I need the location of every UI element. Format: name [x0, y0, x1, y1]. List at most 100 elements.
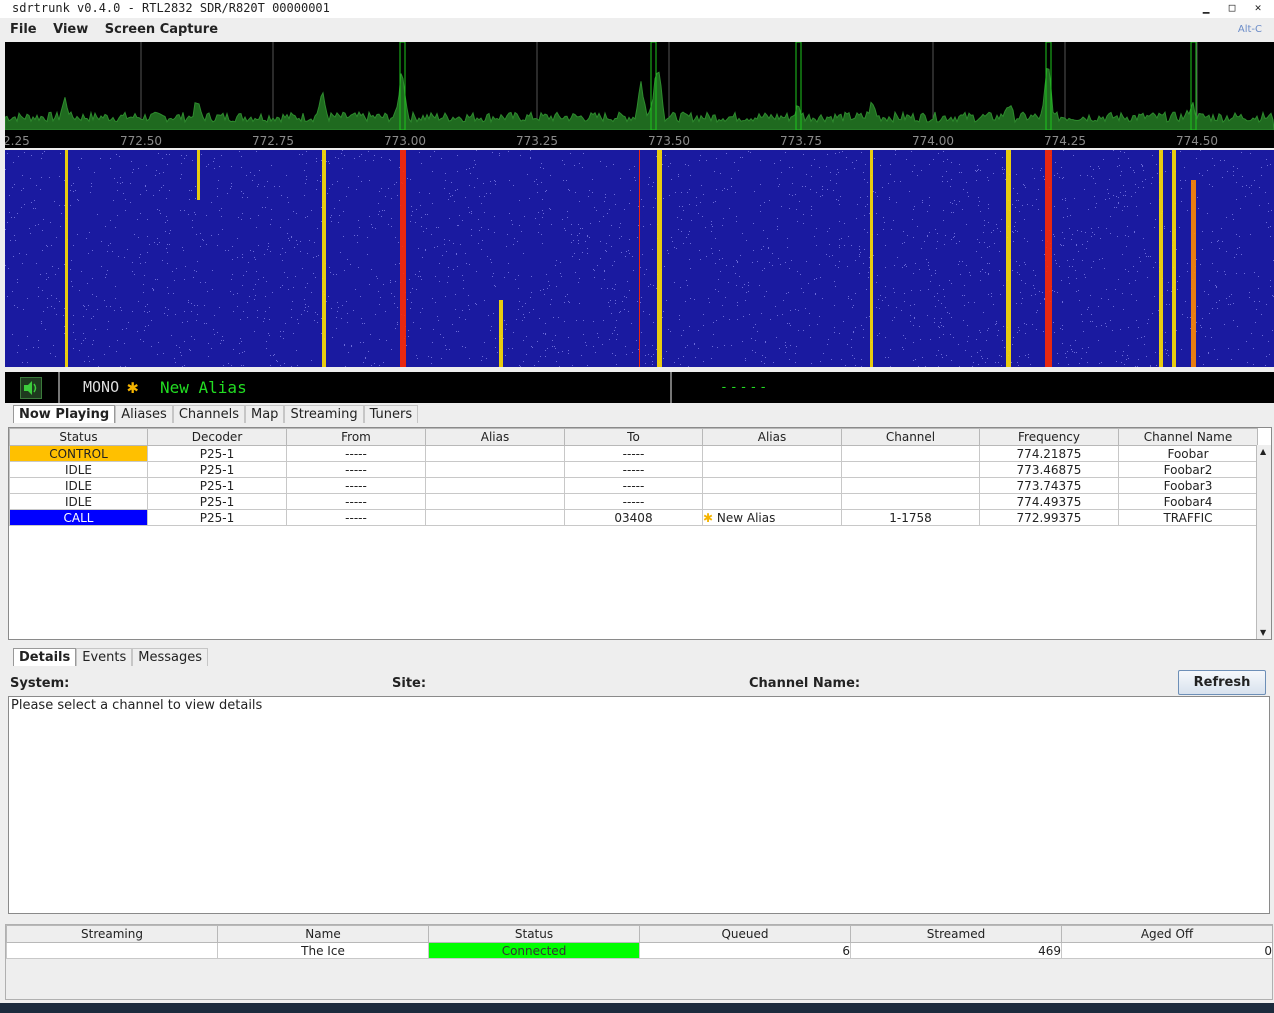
- table-row[interactable]: IDLE P25-1 ----- ----- 774.49375 Foobar4: [9, 493, 1258, 510]
- cell-status: CALL: [9, 509, 148, 526]
- column-header[interactable]: Queued: [639, 925, 851, 943]
- waterfall-signal: [1172, 150, 1176, 367]
- frequency-tick-label: 2.25: [5, 134, 30, 148]
- menu-view[interactable]: View: [53, 22, 88, 37]
- minimize-icon[interactable]: ▁: [1200, 0, 1212, 16]
- cell-from: -----: [286, 461, 426, 478]
- details-text-area[interactable]: Please select a channel to view details: [8, 696, 1270, 914]
- cell-aged-off: 0: [1061, 942, 1272, 959]
- waterfall-signal: [1159, 150, 1163, 367]
- maximize-icon[interactable]: □: [1226, 0, 1238, 16]
- cell-from-alias: [425, 493, 565, 510]
- streaming-table-panel: Streaming Name Status Queued Streamed Aged Of…: [5, 924, 1273, 1000]
- cell-channel-name: Foobar3: [1118, 477, 1258, 494]
- table-row[interactable]: The Ice Connected 6 469 0: [6, 942, 1272, 959]
- cell-to: 03408: [564, 509, 703, 526]
- star-icon: ✱: [703, 510, 717, 525]
- frequency-tick-label: 772.50: [120, 134, 162, 148]
- table-row[interactable]: IDLE P25-1 ----- ----- 773.46875 Foobar2: [9, 461, 1258, 478]
- audio-panel: MONO ✱ New Alias -----: [5, 372, 1274, 403]
- tab-now-playing[interactable]: Now Playing: [13, 405, 116, 423]
- tab-channels[interactable]: Channels: [172, 405, 245, 423]
- waterfall-signal: [322, 150, 326, 367]
- column-header[interactable]: Status: [428, 925, 640, 943]
- speaker-icon[interactable]: [20, 377, 42, 399]
- column-header[interactable]: To: [564, 428, 703, 446]
- menu-bar: File View Screen Capture Alt-C: [0, 19, 1274, 41]
- tab-streaming[interactable]: Streaming: [284, 405, 364, 423]
- column-header[interactable]: Frequency: [979, 428, 1119, 446]
- spectrum-display[interactable]: 2.25 772.50 772.75 773.00 773.25 773.50 773.75…: [5, 42, 1274, 148]
- menu-file[interactable]: File: [10, 22, 37, 37]
- column-header[interactable]: Alias: [425, 428, 565, 446]
- cell-channel-name: Foobar4: [1118, 493, 1258, 510]
- cell-to: -----: [564, 461, 703, 478]
- column-header[interactable]: Status: [9, 428, 148, 446]
- cell-to-alias: [702, 461, 842, 478]
- waterfall-signal: [1045, 150, 1052, 367]
- column-header[interactable]: Alias: [702, 428, 842, 446]
- cell-to: -----: [564, 493, 703, 510]
- window-titlebar: sdrtrunk v0.4.0 - RTL2832 SDR/R820T 0000…: [0, 0, 1274, 18]
- desktop-strip: [0, 1003, 1274, 1013]
- cell-channel: 1-1758: [841, 509, 980, 526]
- frequency-tick-label: 772.75: [252, 134, 294, 148]
- tab-map[interactable]: Map: [245, 405, 285, 423]
- cell-channel: [841, 461, 980, 478]
- channels-scrollbar[interactable]: ▲ ▼: [1256, 445, 1271, 639]
- column-header[interactable]: From: [286, 428, 426, 446]
- column-header[interactable]: Channel Name: [1118, 428, 1258, 446]
- spectrum-plot[interactable]: 2.25 772.50 772.75 773.00 773.25 773.50 773.75…: [5, 42, 1274, 148]
- cell-channel: [841, 493, 980, 510]
- frequency-tick-label: 774.25: [1044, 134, 1086, 148]
- waterfall-plot[interactable]: [5, 150, 1274, 367]
- cell-channel-name: Foobar2: [1118, 461, 1258, 478]
- audio-alias: New Alias: [160, 378, 247, 397]
- frequency-tick-label: 773.50: [648, 134, 690, 148]
- table-row[interactable]: CONTROL P25-1 ----- ----- 774.21875 Foobar: [9, 445, 1258, 462]
- waterfall-signal: [65, 150, 68, 367]
- column-header[interactable]: Decoder: [147, 428, 287, 446]
- cell-frequency: 773.46875: [979, 461, 1119, 478]
- column-header[interactable]: Streamed: [850, 925, 1062, 943]
- cell-channel-name: TRAFFIC: [1118, 509, 1258, 526]
- waterfall-signal: [657, 150, 662, 367]
- cell-from: -----: [286, 493, 426, 510]
- frequency-tick-label: 774.00: [912, 134, 954, 148]
- column-header[interactable]: Aged Off: [1061, 925, 1272, 943]
- cell-status: CONTROL: [9, 445, 148, 462]
- cell-decoder: P25-1: [147, 477, 287, 494]
- column-header[interactable]: Name: [217, 925, 429, 943]
- column-header[interactable]: Streaming: [6, 925, 218, 943]
- waterfall-display[interactable]: [5, 150, 1274, 367]
- detail-tabs: Details Events Messages: [13, 648, 209, 666]
- tab-details[interactable]: Details: [13, 648, 77, 666]
- tab-aliases[interactable]: Aliases: [115, 405, 173, 423]
- frequency-tick-label: 773.00: [384, 134, 426, 148]
- cell-from-alias: [425, 461, 565, 478]
- tab-events[interactable]: Events: [76, 648, 133, 666]
- scroll-up-icon[interactable]: ▲: [1260, 447, 1266, 456]
- cell-decoder: P25-1: [147, 493, 287, 510]
- close-icon[interactable]: ✕: [1252, 0, 1264, 16]
- menu-screen-capture[interactable]: Screen Capture: [105, 22, 218, 37]
- cell-from-alias: [425, 509, 565, 526]
- table-row[interactable]: IDLE P25-1 ----- ----- 773.74375 Foobar3: [9, 477, 1258, 494]
- scroll-down-icon[interactable]: ▼: [1260, 628, 1266, 637]
- window-title: sdrtrunk v0.4.0 - RTL2832 SDR/R820T 0000…: [12, 1, 330, 15]
- refresh-button[interactable]: Refresh: [1178, 670, 1266, 695]
- cell-status: Connected: [428, 942, 640, 959]
- cell-to-alias: [702, 477, 842, 494]
- column-header[interactable]: Channel: [841, 428, 980, 446]
- table-row[interactable]: CALL P25-1 ----- 03408 ✱ New Alias 1-1758 772.…: [9, 509, 1258, 526]
- cell-from-alias: [425, 445, 565, 462]
- tab-messages[interactable]: Messages: [132, 648, 209, 666]
- tab-tuners[interactable]: Tuners: [363, 405, 419, 423]
- waterfall-signal: [639, 150, 640, 367]
- details-header: System: Site: Channel Name: Refresh: [10, 670, 1270, 695]
- cell-decoder: P25-1: [147, 445, 287, 462]
- cell-to: -----: [564, 477, 703, 494]
- streaming-table: Streaming Name Status Queued Streamed Aged Of…: [6, 925, 1272, 959]
- audio-mode: MONO: [83, 378, 120, 396]
- cell-queued: 6: [639, 942, 851, 959]
